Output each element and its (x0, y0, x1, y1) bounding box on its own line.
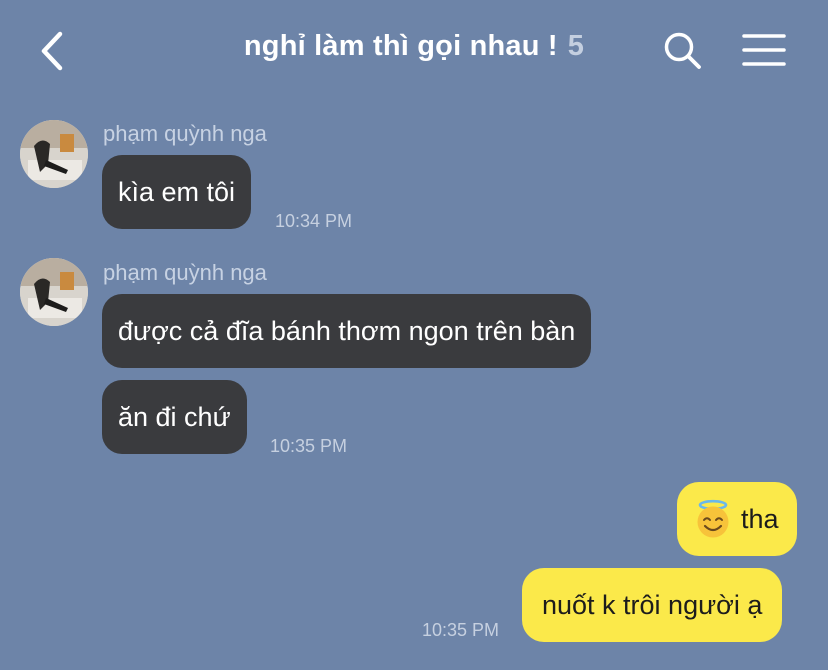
sender-name: phạm quỳnh nga (103, 121, 267, 146)
sender-avatar[interactable] (20, 120, 88, 188)
message-bubble[interactable]: kìa em tôi (102, 155, 252, 229)
search-button[interactable] (662, 30, 704, 72)
sender-avatar[interactable] (20, 258, 88, 326)
hamburger-menu-icon (742, 34, 786, 66)
sender-name: phạm quỳnh nga (103, 260, 267, 285)
search-icon (664, 32, 701, 69)
chat-header: nghỉ làm thì gọi nhau ! 5 (0, 0, 828, 100)
menu-button[interactable] (742, 32, 786, 70)
message-bubble[interactable]: nuốt k trôi người ạ (522, 568, 783, 642)
chat-title-text: nghỉ làm thì gọi nhau ! (243, 30, 558, 62)
avatar-photo (20, 120, 88, 188)
message-timestamp: 10:35 PM (422, 620, 500, 640)
message-bubble[interactable]: được cả đĩa bánh thơm ngon trên bàn (102, 294, 592, 368)
message-timestamp: 10:35 PM (270, 436, 348, 456)
avatar-photo (20, 258, 88, 326)
message-bubble[interactable]: tha (677, 482, 797, 556)
message-bubble[interactable]: ăn đi chứ (102, 380, 247, 454)
member-count: 5 (567, 30, 585, 62)
message-text: tha (741, 504, 779, 534)
smiling-face-with-halo-icon (697, 499, 729, 538)
message-timestamp: 10:34 PM (275, 211, 353, 231)
